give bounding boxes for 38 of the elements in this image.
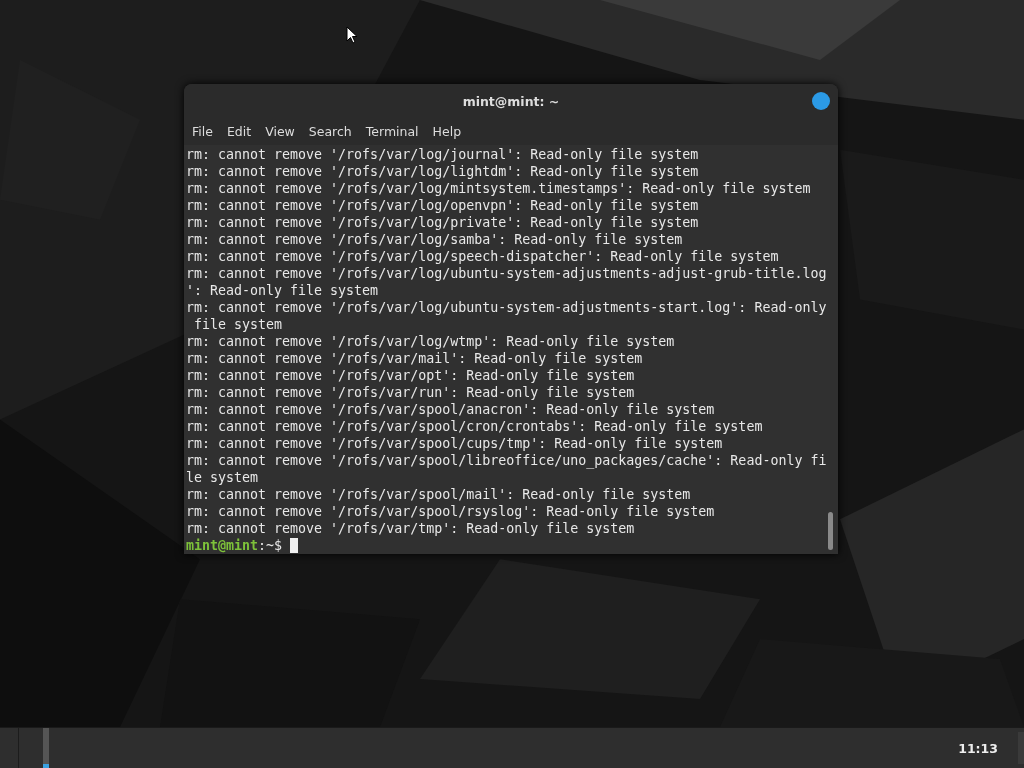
output-line: ': Read-only file system <box>186 282 380 299</box>
prompt-user-host: mint@mint <box>186 537 259 554</box>
output-line: rm: cannot remove '/rofs/var/log/mintsystem.timestamps': Read-only file system <box>186 180 812 197</box>
output-line: rm: cannot remove '/rofs/var/log/openvpn': Read-only file system <box>186 197 700 214</box>
output-line: rm: cannot remove '/rofs/var/log/speech-dispatcher': Read-only file system <box>186 248 780 265</box>
output-line: file system <box>193 316 284 333</box>
output-line: rm: cannot remove '/rofs/var/log/lightdm': Read-only file system <box>186 163 700 180</box>
output-line: rm: cannot remove '/rofs/var/spool/libreoffice/uno_packages/cache': Read-only fi <box>186 452 827 469</box>
output-line: rm: cannot remove '/rofs/var/mail': Read-only file system <box>186 350 644 367</box>
scrollbar-thumb[interactable] <box>828 512 833 550</box>
output-line: rm: cannot remove '/rofs/var/tmp': Read-only file system <box>186 520 636 537</box>
output-line: rm: cannot remove '/rofs/var/run': Read-only file system <box>186 384 636 401</box>
output-line: rm: cannot remove '/rofs/var/log/samba': Read-only file system <box>186 231 684 248</box>
clock: 11:13 <box>958 740 998 756</box>
taskbar-window-button[interactable] <box>43 728 49 768</box>
output-line: rm: cannot remove '/rofs/var/spool/cron/crontabs': Read-only file system <box>186 418 764 435</box>
output-line: rm: cannot remove '/rofs/var/log/ubuntu-system-adjustments-start.log': Read-only <box>186 299 827 316</box>
output-line: rm: cannot remove '/rofs/var/spool/cups/tmp': Read-only file system <box>186 435 724 452</box>
output-line: rm: cannot remove '/rofs/var/log/journal': Read-only file system <box>186 146 700 163</box>
output-line: le system <box>186 469 260 486</box>
output-line: rm: cannot remove '/rofs/var/spool/rsyslog': Read-only file system <box>186 503 716 520</box>
menu-item[interactable]: Search <box>303 124 357 139</box>
output-line: rm: cannot remove '/rofs/var/log/wtmp': Read-only file system <box>186 333 676 350</box>
close-button[interactable] <box>812 92 830 110</box>
prompt-path: :~$ <box>258 537 283 554</box>
mouse-pointer-icon <box>346 26 358 44</box>
output-line: rm: cannot remove '/rofs/var/log/ubuntu-system-adjustments-adjust-grub-title.log <box>186 265 827 282</box>
menu-item[interactable]: Edit <box>221 124 257 139</box>
menu-item[interactable]: Terminal <box>360 124 424 139</box>
output-line: rm: cannot remove '/rofs/var/opt': Read-only file system <box>186 367 636 384</box>
text-cursor <box>290 538 299 553</box>
menu-item[interactable]: View <box>260 124 300 139</box>
output-line: rm: cannot remove '/rofs/var/spool/anacron': Read-only file system <box>186 401 716 418</box>
menu-item[interactable]: Help <box>427 124 467 139</box>
output-line: rm: cannot remove '/rofs/var/log/private': Read-only file system <box>186 214 700 231</box>
window-title: mint@mint: ~ <box>462 93 560 109</box>
output-line: rm: cannot remove '/rofs/var/spool/mail': Read-only file system <box>186 486 692 503</box>
menu-item[interactable]: File <box>187 124 218 139</box>
